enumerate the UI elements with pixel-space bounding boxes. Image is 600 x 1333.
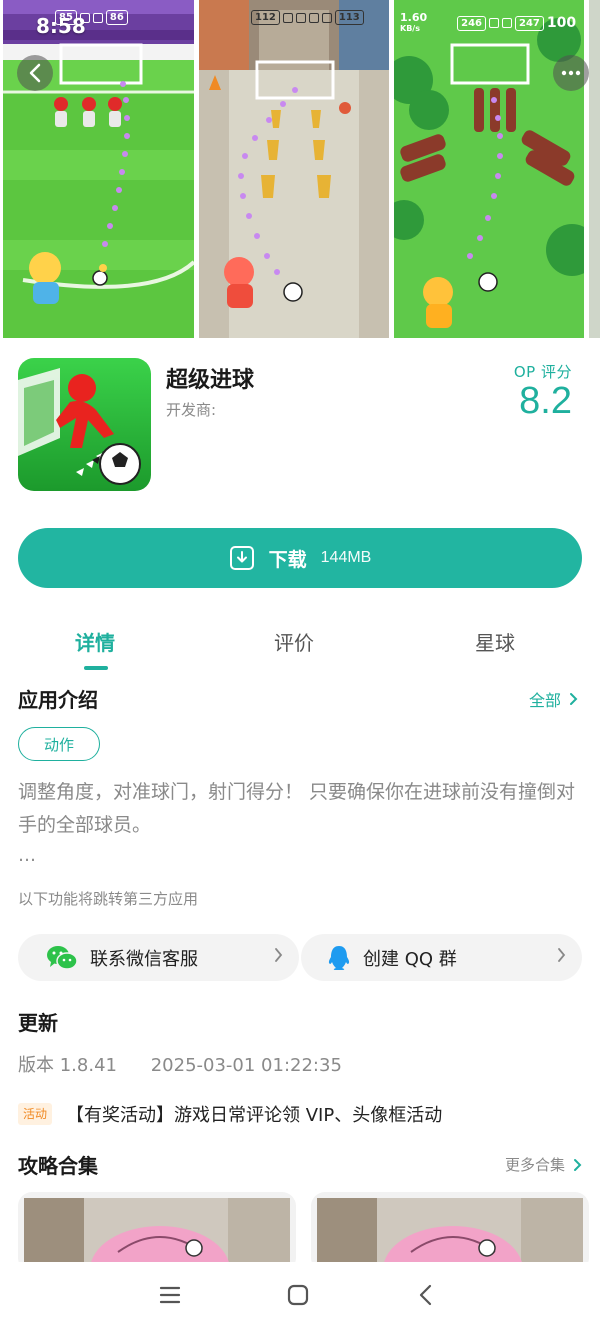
download-button[interactable]: 下载 144MB xyxy=(18,528,582,588)
qq-group-button[interactable]: 创建 QQ 群 xyxy=(301,934,582,981)
wechat-icon xyxy=(47,945,78,970)
status-indicators: 1.60 KB/s 246 247 100 xyxy=(400,11,577,33)
back-arrow-icon xyxy=(419,1284,432,1306)
wechat-service-button[interactable]: 联系微信客服 xyxy=(18,934,299,981)
screenshot-1[interactable]: 8:58 85 86 xyxy=(3,0,194,338)
rating-score: 8.2 xyxy=(519,380,572,422)
home-square-icon xyxy=(287,1284,309,1306)
tab-reviews[interactable]: 评价 xyxy=(274,627,314,656)
guide-card[interactable] xyxy=(18,1192,296,1272)
screenshot-carousel[interactable]: 8:58 85 86 112 113 1.60 KB/s 246 247 100 xyxy=(0,0,600,338)
more-options-button[interactable] xyxy=(553,55,589,91)
rating-label: OP 评分 xyxy=(513,363,572,381)
guide-thumbnail xyxy=(317,1198,583,1272)
chevron-left-icon xyxy=(29,63,41,83)
more-dots-icon xyxy=(561,70,581,76)
download-size: 144MB xyxy=(320,549,372,566)
chevron-right-icon xyxy=(570,693,578,705)
see-all-link[interactable]: 全部 xyxy=(529,687,578,711)
expand-ellipsis[interactable]: … xyxy=(18,845,36,866)
qq-label: 创建 QQ 群 xyxy=(363,948,457,970)
chevron-right-icon xyxy=(574,1158,582,1171)
genre-tag[interactable]: 动作 xyxy=(18,727,100,761)
home-button[interactable] xyxy=(287,1284,309,1310)
tab-details[interactable]: 详情 xyxy=(75,627,115,656)
update-title: 更新 xyxy=(18,1011,58,1035)
download-icon xyxy=(229,546,254,570)
app-icon xyxy=(18,358,151,491)
intro-description: 调整角度，对准球门，射门得分！ 只要确保你在进球前没有撞倒对手的全部球员。 xyxy=(18,781,576,836)
wechat-label: 联系微信客服 xyxy=(90,948,198,970)
screenshot-2[interactable]: 112 113 xyxy=(199,0,389,338)
back-nav-button[interactable] xyxy=(418,1284,434,1310)
guide-card[interactable] xyxy=(311,1192,589,1272)
more-guides-link[interactable]: 更多合集 xyxy=(505,1154,582,1175)
screenshot-4-peek[interactable] xyxy=(589,0,600,338)
status-indicators: 112 113 xyxy=(251,10,364,25)
screenshot-3[interactable]: 1.60 KB/s 246 247 100 xyxy=(394,0,584,338)
status-indicators: 85 86 xyxy=(55,10,128,25)
guide-thumbnail xyxy=(24,1198,290,1272)
tab-planet[interactable]: 星球 xyxy=(475,627,515,656)
back-button[interactable] xyxy=(17,55,53,91)
system-nav-bar xyxy=(0,1262,600,1333)
app-name: 超级进球 xyxy=(166,368,255,393)
guides-title: 攻略合集 xyxy=(18,1154,98,1178)
chevron-right-icon xyxy=(275,948,283,962)
chevron-right-icon xyxy=(558,948,566,962)
active-tab-indicator xyxy=(84,666,108,670)
third-party-note: 以下功能将跳转第三方应用 xyxy=(18,890,199,908)
update-datetime: 2025-03-01 01:22:35 xyxy=(150,1055,342,1076)
intro-title: 应用介绍 xyxy=(18,688,98,712)
menu-icon xyxy=(159,1286,181,1304)
qq-icon xyxy=(328,945,350,970)
event-link[interactable]: 【有奖活动】游戏日常评论领 VIP、头像框活动 xyxy=(66,1101,442,1127)
developer-label: 开发商: xyxy=(166,401,217,419)
event-badge: 活动 xyxy=(18,1103,53,1125)
tab-bar: 详情 评价 星球 xyxy=(0,622,600,672)
version-number: 版本 1.8.41 xyxy=(18,1055,117,1076)
download-label: 下载 xyxy=(268,548,307,571)
version-info: 版本 1.8.41 2025-03-01 01:22:35 xyxy=(18,1051,370,1077)
recent-apps-button[interactable] xyxy=(159,1284,181,1310)
